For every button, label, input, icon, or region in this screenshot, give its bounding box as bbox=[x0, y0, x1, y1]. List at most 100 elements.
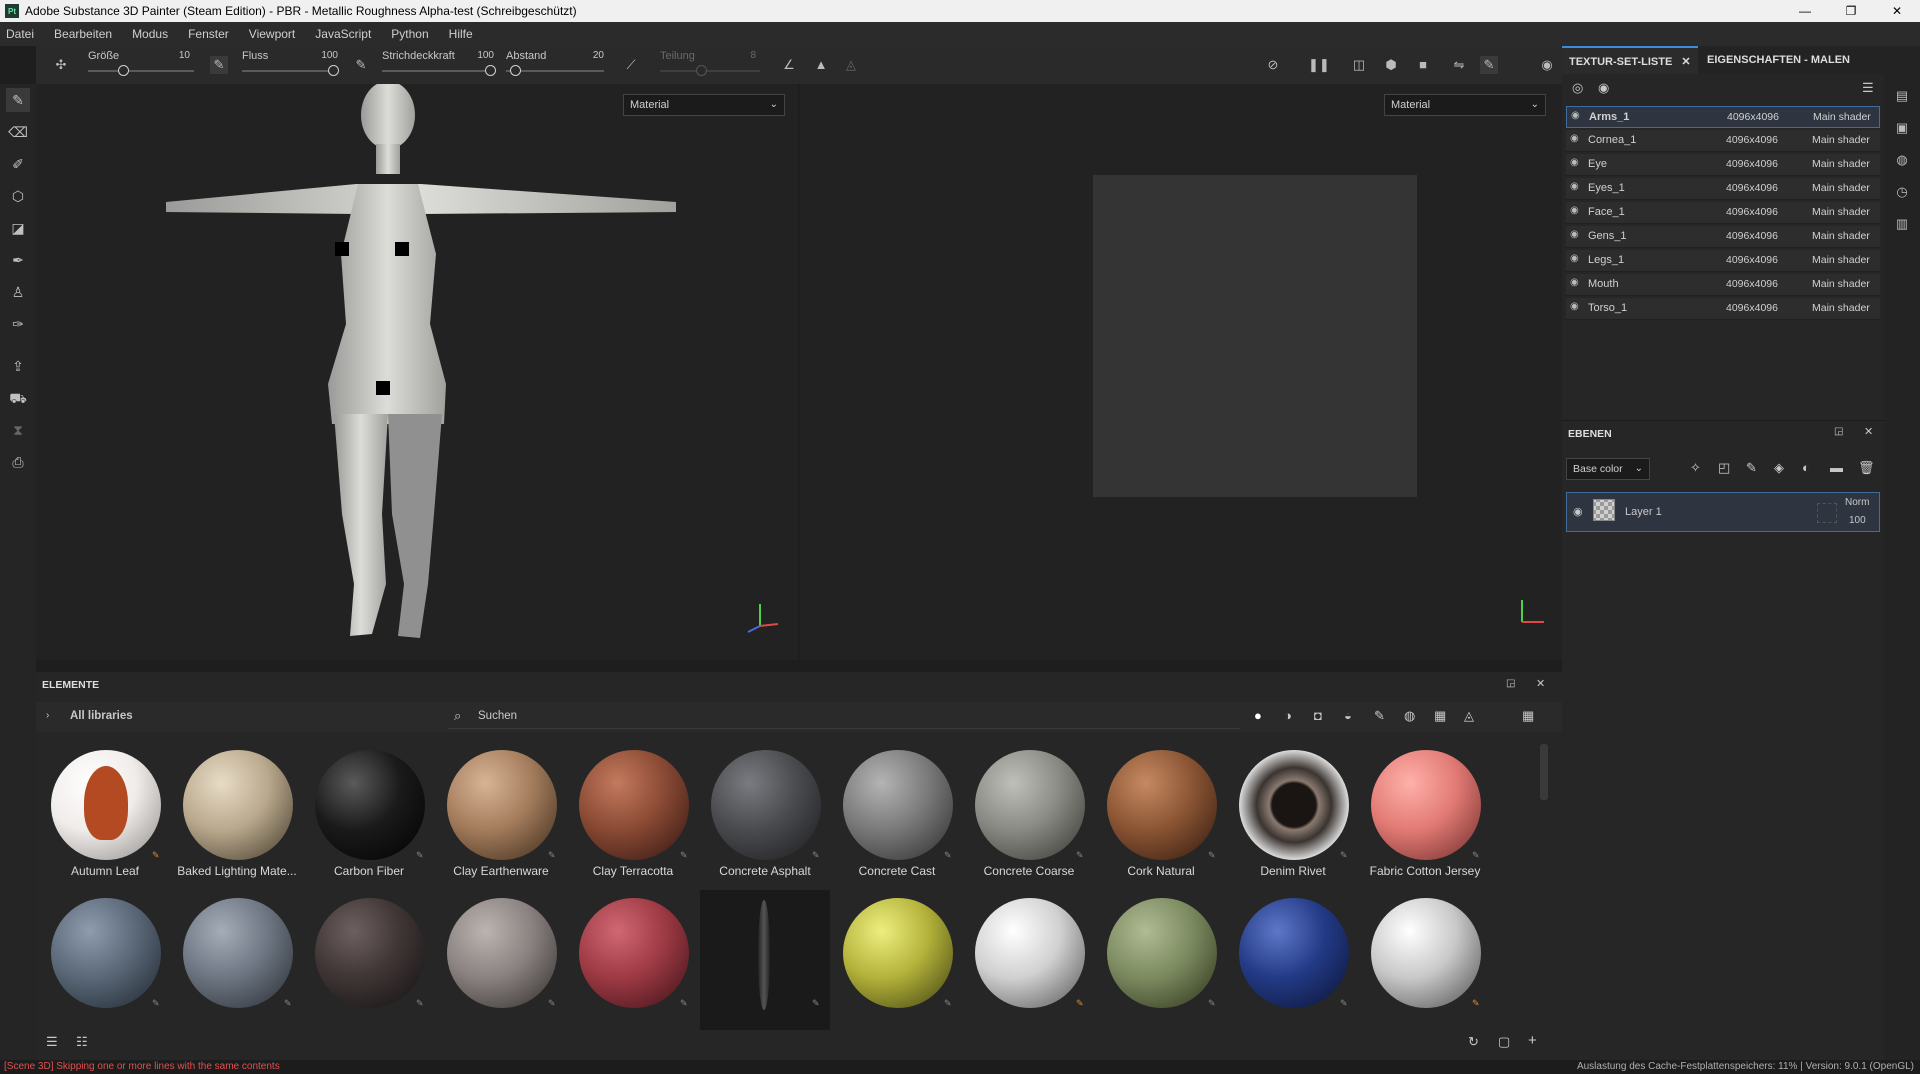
asset-tile[interactable]: ✎ bbox=[1096, 890, 1226, 1030]
opacity-value[interactable]: 100 bbox=[470, 50, 494, 61]
add-smart-material-icon[interactable]: ◐ bbox=[1802, 460, 1810, 475]
eye-icon[interactable]: ◉ bbox=[1598, 80, 1609, 96]
layer-name[interactable]: Layer 1 bbox=[1625, 506, 1662, 518]
filter-smart-materials-icon[interactable]: ◑ bbox=[1284, 708, 1292, 723]
asset-tile[interactable]: ✎ Autumn Leaf bbox=[40, 742, 170, 882]
asset-tile[interactable]: ✎ Concrete Cast bbox=[832, 742, 962, 882]
eye-icon[interactable]: ◉ bbox=[1570, 277, 1579, 288]
filter-textures-icon[interactable]: ◍ bbox=[1404, 708, 1415, 724]
paint-mode-icon[interactable]: ✎ bbox=[1480, 56, 1498, 74]
filter-materials-icon[interactable]: ● bbox=[1254, 708, 1262, 723]
menu-edit[interactable]: Bearbeiten bbox=[54, 27, 112, 41]
eye-icon[interactable]: ◉ bbox=[1570, 301, 1579, 312]
close-button[interactable]: ✕ bbox=[1874, 0, 1920, 22]
flow-slider[interactable] bbox=[242, 70, 338, 72]
paint-brush-icon[interactable]: ✎ bbox=[6, 88, 30, 112]
symmetry-icon[interactable]: ✣ bbox=[52, 56, 70, 74]
measure-icon[interactable]: ⎙ bbox=[6, 450, 30, 474]
grid-view-icon[interactable]: ▦ bbox=[1522, 708, 1534, 724]
eraser-icon[interactable]: ⌫ bbox=[6, 120, 30, 144]
asset-tile[interactable]: ✎ bbox=[568, 890, 698, 1030]
delete-icon[interactable]: 🗑 bbox=[1858, 460, 1875, 476]
close-icon[interactable]: ✕ bbox=[1864, 425, 1873, 438]
eye-icon[interactable]: ◉ bbox=[1570, 229, 1579, 240]
camera-icon[interactable]: ■ bbox=[1414, 56, 1432, 74]
view-split-icon[interactable]: ◫ bbox=[1350, 56, 1368, 74]
asset-tile[interactable]: ✎ Clay Earthenware bbox=[436, 742, 566, 882]
filter-filters-icon[interactable]: ◒ bbox=[1344, 708, 1352, 723]
texture-set-row[interactable]: ◉ Eyes_1 4096x4096 Main shader bbox=[1566, 178, 1880, 200]
texture-set-row[interactable]: ◉ Arms_1 4096x4096 Main shader bbox=[1566, 106, 1880, 128]
eye-icon[interactable]: ◉ bbox=[1570, 205, 1579, 216]
asset-tile[interactable]: ✎ Fabric Cotton Jersey bbox=[1360, 742, 1490, 882]
add-effect-icon[interactable]: ✧ bbox=[1690, 460, 1701, 476]
layer-blend-mode[interactable]: Norm bbox=[1845, 497, 1869, 508]
display-settings-icon[interactable]: ▣ bbox=[1892, 118, 1912, 138]
bake-mesh-icon[interactable]: ⛟ bbox=[6, 386, 30, 410]
size-value[interactable]: 10 bbox=[166, 50, 190, 61]
asset-tile[interactable]: ✎ Clay Terracotta bbox=[568, 742, 698, 882]
add-folder-icon[interactable]: ▬ bbox=[1830, 460, 1843, 475]
projection-icon[interactable]: ✐ bbox=[6, 152, 30, 176]
menu-viewport[interactable]: Viewport bbox=[249, 27, 295, 41]
color-picker-icon[interactable]: ✑ bbox=[6, 312, 30, 336]
texture-set-row[interactable]: ◉ Cornea_1 4096x4096 Main shader bbox=[1566, 130, 1880, 152]
asset-tile[interactable]: ✎ bbox=[436, 890, 566, 1030]
asset-tile[interactable]: ✎ bbox=[304, 890, 434, 1030]
geometry-fill-icon[interactable]: ⬡ bbox=[6, 184, 30, 208]
menu-window[interactable]: Fenster bbox=[188, 27, 229, 41]
mask-slot[interactable] bbox=[1817, 503, 1837, 523]
menu-mode[interactable]: Modus bbox=[132, 27, 168, 41]
filter-environments-icon[interactable]: ◬ bbox=[1464, 708, 1474, 724]
spacing-slider-handle[interactable] bbox=[510, 65, 521, 76]
hide-ui-icon[interactable]: ⊘ bbox=[1264, 56, 1282, 74]
layer-opacity[interactable]: 100 bbox=[1849, 515, 1866, 526]
chevron-right-icon[interactable]: › bbox=[46, 710, 49, 721]
library-selector[interactable]: All libraries bbox=[70, 710, 133, 722]
filter-brushes-icon[interactable]: ✎ bbox=[1374, 708, 1385, 724]
asset-tile[interactable]: ✎ Cork Natural bbox=[1096, 742, 1226, 882]
visibility-toggle-icon[interactable]: ◎ bbox=[1572, 80, 1583, 96]
menu-javascript[interactable]: JavaScript bbox=[315, 27, 371, 41]
close-icon[interactable]: ✕ bbox=[1536, 677, 1545, 690]
eye-icon[interactable]: ◉ bbox=[1570, 253, 1579, 264]
texture-set-row[interactable]: ◉ Legs_1 4096x4096 Main shader bbox=[1566, 250, 1880, 272]
list-settings-icon[interactable]: ☰ bbox=[1862, 80, 1874, 96]
viewport-3d[interactable]: Material ⌄ bbox=[36, 84, 798, 660]
cube-view-icon[interactable]: ⬢ bbox=[1382, 56, 1400, 74]
asset-tile[interactable]: ✎ bbox=[1228, 890, 1358, 1030]
asset-tile[interactable]: ✎ bbox=[172, 890, 302, 1030]
eye-icon[interactable]: ◉ bbox=[1570, 133, 1579, 144]
refresh-icon[interactable]: ↻ bbox=[1468, 1034, 1479, 1050]
flow-slider-handle[interactable] bbox=[328, 65, 339, 76]
asset-tile[interactable]: ✎ bbox=[964, 890, 1094, 1030]
shader-settings-icon[interactable]: ◍ bbox=[1892, 150, 1912, 170]
eye-icon[interactable]: ◉ bbox=[1573, 505, 1583, 518]
new-window-icon[interactable]: ▢ bbox=[1498, 1034, 1510, 1050]
asset-tile[interactable]: ✎ Carbon Fiber bbox=[304, 742, 434, 882]
search-input[interactable]: Suchen bbox=[478, 710, 517, 722]
asset-tile[interactable]: ✎ Concrete Coarse bbox=[964, 742, 1094, 882]
asset-tile[interactable]: ✎ bbox=[700, 890, 830, 1030]
eye-icon[interactable]: ◉ bbox=[1571, 110, 1580, 121]
add-fill-layer-icon[interactable]: ◈ bbox=[1774, 460, 1784, 476]
size-slider-handle[interactable] bbox=[118, 65, 129, 76]
pen-pressure-icon[interactable]: ✎ bbox=[210, 56, 228, 74]
add-icon[interactable]: + bbox=[1528, 1032, 1537, 1049]
screenshot-icon[interactable]: ◉ bbox=[1538, 56, 1556, 74]
menu-file[interactable]: Datei bbox=[6, 27, 34, 41]
size-slider[interactable] bbox=[88, 70, 194, 72]
opacity-slider-handle[interactable] bbox=[485, 65, 496, 76]
lazy-mouse-icon[interactable]: ⟋ bbox=[622, 56, 640, 74]
asset-tile[interactable]: ✎ bbox=[1360, 890, 1490, 1030]
texture-set-row[interactable]: ◉ Torso_1 4096x4096 Main shader bbox=[1566, 298, 1880, 320]
filter-patterns-icon[interactable]: ▦ bbox=[1434, 708, 1446, 724]
symmetry-axis-icon[interactable]: ⇋ bbox=[1450, 56, 1468, 74]
menu-python[interactable]: Python bbox=[391, 27, 428, 41]
layer-row[interactable]: ◉ Layer 1 Norm 100 bbox=[1566, 492, 1880, 532]
filter-masks-icon[interactable]: ◘ bbox=[1314, 708, 1322, 723]
channel-select[interactable]: Base color ⌄ bbox=[1566, 458, 1650, 480]
tab-properties-paint[interactable]: EIGENSCHAFTEN - MALEN bbox=[1700, 46, 1857, 74]
add-paint-layer-icon[interactable]: ✎ bbox=[1746, 460, 1757, 476]
list-view-icon[interactable]: ☰ bbox=[46, 1034, 58, 1050]
